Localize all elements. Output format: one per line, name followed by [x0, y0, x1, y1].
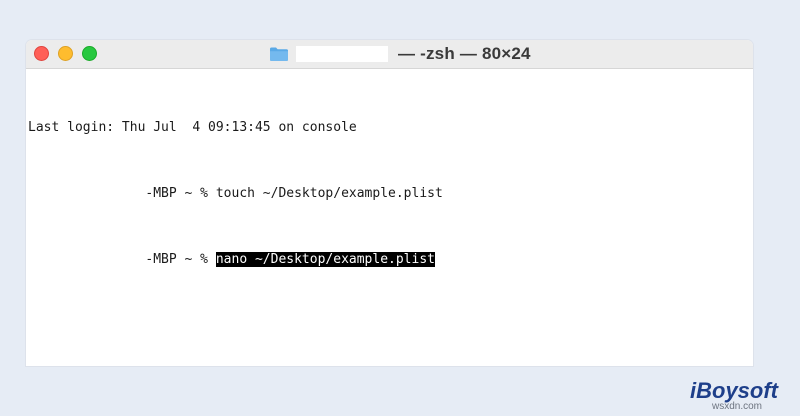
login-message: Last login: Thu Jul 4 09:13:45 on consol… [28, 120, 357, 135]
watermark-text: wsxdn.com [712, 401, 763, 412]
zoom-window-button[interactable] [82, 46, 97, 61]
redacted-hostname [296, 46, 388, 62]
terminal-output[interactable]: Last login: Thu Jul 4 09:13:45 on consol… [28, 73, 753, 366]
minimize-window-button[interactable] [58, 46, 73, 61]
terminal-window[interactable]: — -zsh — 80×24 Last login: Thu Jul 4 09:… [26, 40, 753, 366]
terminal-line-touch: -MBP ~ % touch ~/Desktop/example.plist [28, 183, 753, 205]
title-bar[interactable]: — -zsh — 80×24 [26, 40, 753, 69]
shell-prompt: -MBP ~ % [28, 252, 216, 267]
folder-icon [270, 47, 288, 61]
touch-command: touch ~/Desktop/example.plist [215, 186, 443, 201]
window-title-group: — -zsh — 80×24 [269, 40, 531, 68]
close-window-button[interactable] [34, 46, 49, 61]
terminal-line-nano: -MBP ~ % nano ~/Desktop/example.plist [28, 249, 753, 271]
terminal-line-login: Last login: Thu Jul 4 09:13:45 on consol… [28, 117, 753, 139]
window-title: — -zsh — 80×24 [398, 44, 531, 63]
nano-command-selected[interactable]: nano ~/Desktop/example.plist [215, 252, 435, 267]
desktop-background: — -zsh — 80×24 Last login: Thu Jul 4 09:… [0, 0, 800, 416]
shell-prompt: -MBP ~ % [28, 186, 216, 201]
